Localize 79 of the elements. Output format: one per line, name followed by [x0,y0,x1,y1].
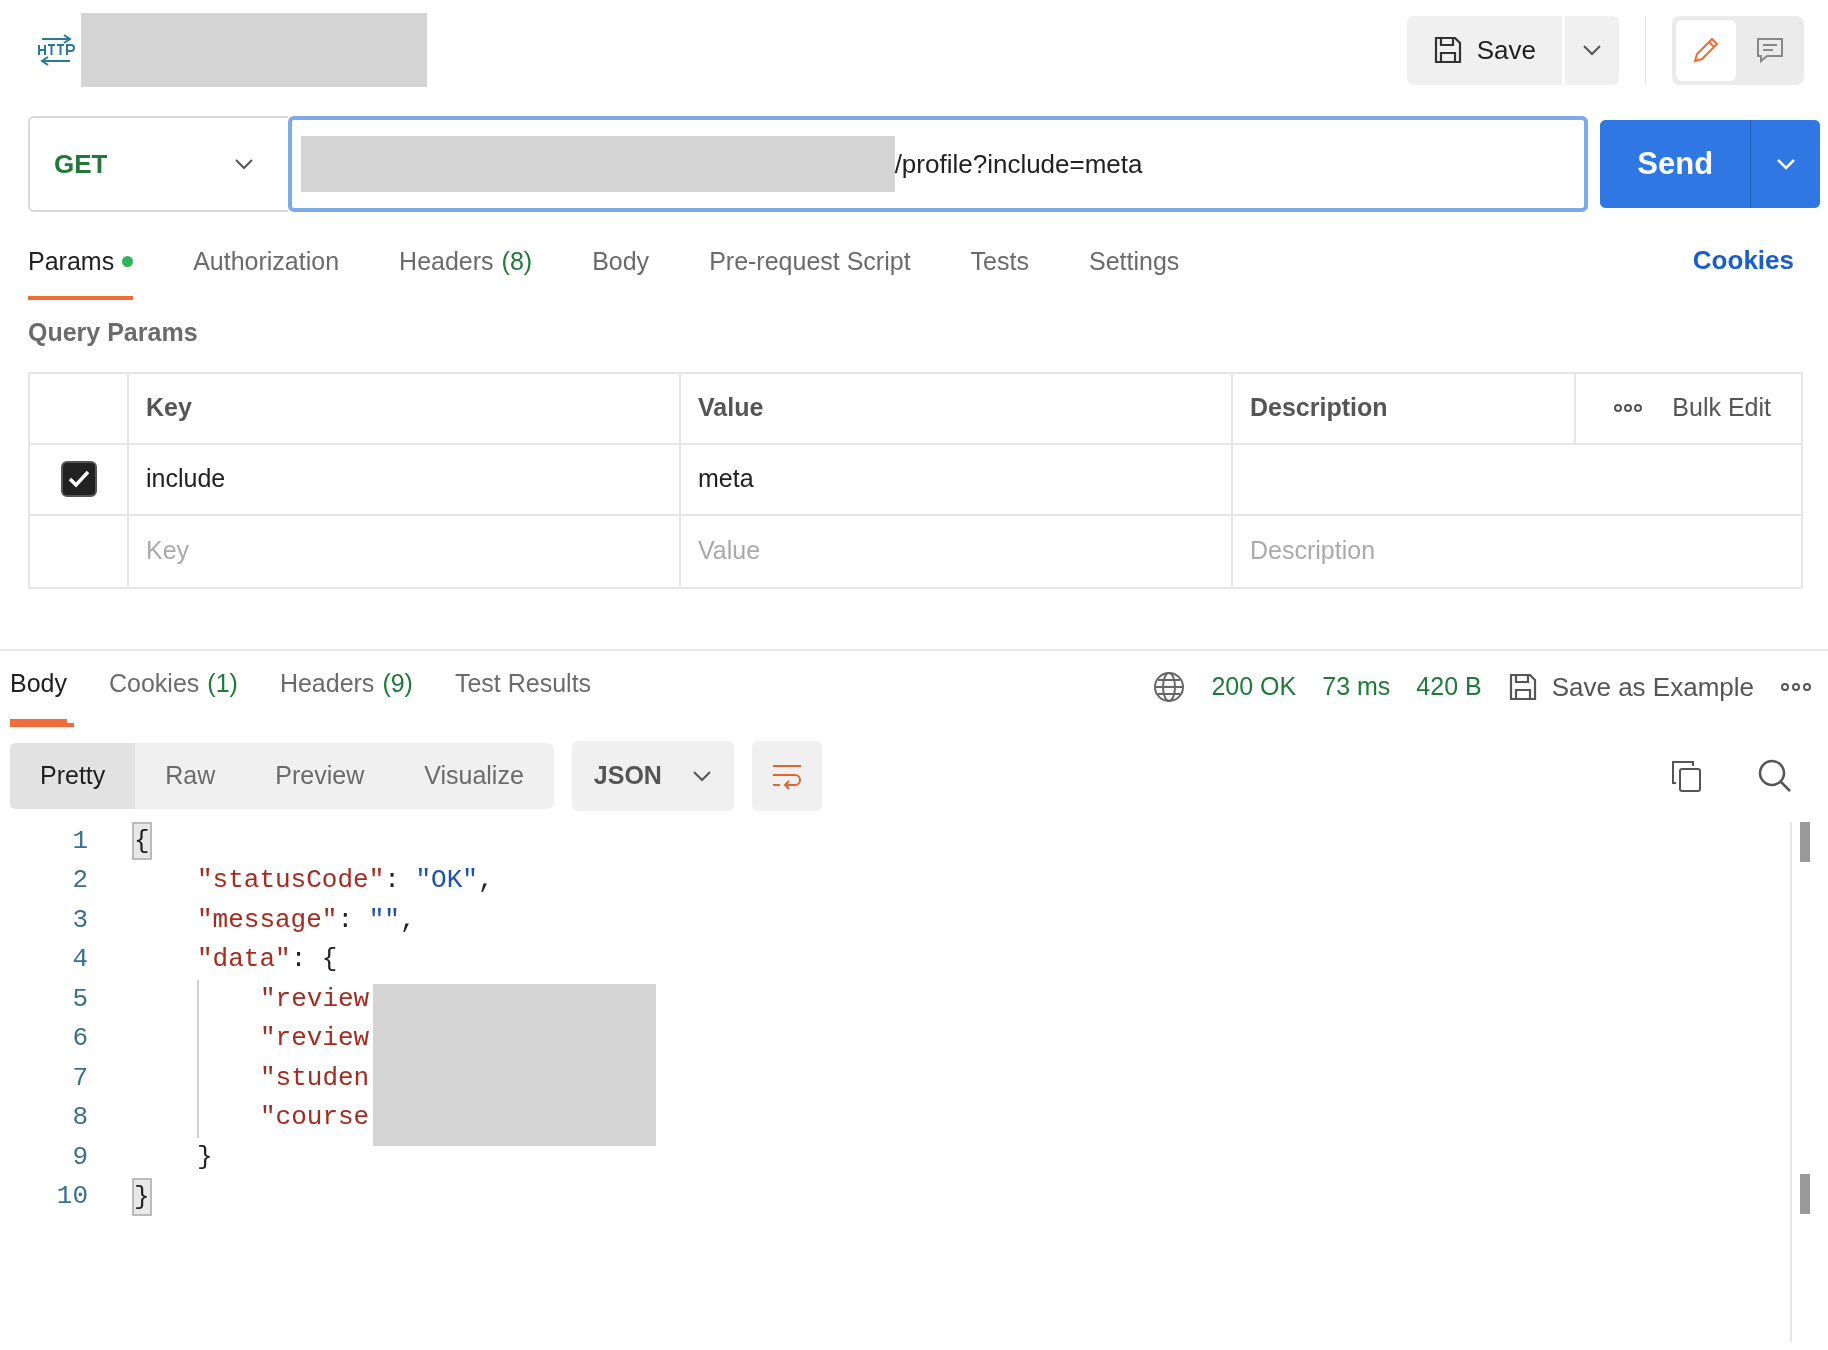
punctuation: : [290,943,308,976]
tab[interactable]: Body [592,242,650,300]
json-key: "studen [260,1058,370,1098]
checkbox[interactable] [60,461,97,497]
punctuation: , [477,864,494,897]
view-mode-tab[interactable]: Visualize [394,743,554,809]
line-number: 10 [55,1180,88,1213]
bracket: } [134,1179,150,1214]
table-cell-text: include [146,463,226,495]
view-mode-tab[interactable]: Pretty [10,743,136,809]
save-icon [1432,35,1463,65]
save-example-button[interactable]: Save as Example [1507,667,1754,707]
bracket: } [197,1140,213,1174]
tab[interactable]: Pre-request Script [709,242,911,300]
caret-icon [691,770,712,782]
json-key: "statusCode" [197,861,385,901]
caret-icon [233,158,254,170]
json-string: "" [368,903,400,937]
response-time: 73 ms [1322,671,1391,703]
section-title: Query Params [28,317,199,348]
tab[interactable]: Headers (8) [399,242,533,300]
caret-icon [1775,158,1796,170]
view-mode-tab[interactable]: Preview [245,743,395,809]
pencil-icon [1691,35,1721,65]
line-number: 5 [71,982,88,1016]
bracket: { [321,943,338,976]
save-icon [1507,672,1538,702]
line-number: 3 [71,903,88,937]
punctuation: , [399,903,416,937]
scroll-marker [1800,821,1810,862]
checkmark-icon [66,469,91,489]
column-header: Value [698,392,764,424]
globe-icon [1153,671,1186,703]
json-string: "OK" [415,864,478,897]
json-key: "review [260,979,370,1019]
line-number: 6 [71,1022,88,1055]
caret-icon [1582,44,1602,56]
method-select[interactable]: GET [28,116,288,212]
cookies-link[interactable]: Cookies [1692,241,1794,300]
wrap-icon [770,762,803,790]
column-header: Description [1250,392,1388,424]
json-key: "course [260,1098,370,1138]
json-key: "review [260,1019,370,1059]
scroll-marker [1800,1173,1810,1214]
format-select[interactable]: JSON [571,741,734,811]
url-field[interactable]: /profile?include=meta [287,116,1589,212]
copy-icon[interactable] [1670,759,1702,793]
response-size: 420 B [1416,671,1482,703]
tab[interactable]: Authorization [193,242,340,300]
tab[interactable]: Tests [970,242,1029,300]
more-icon[interactable] [1614,403,1643,413]
tab[interactable]: Params [28,242,134,300]
tab[interactable]: Headers (9) [279,665,413,723]
edit-mode-button[interactable] [1676,19,1736,81]
line-number: 2 [71,864,88,897]
line-number: 4 [71,943,88,976]
json-key: "message" [197,900,338,940]
line-number: 7 [71,1061,88,1095]
wrap-button[interactable] [751,741,822,811]
punctuation: : [337,903,355,937]
bracket: { [134,824,150,859]
tab[interactable]: Test Results [454,665,592,723]
punctuation: : [384,864,401,897]
line-number: 9 [71,1140,88,1174]
table-cell-text: meta [698,463,754,495]
bulk-edit-button[interactable]: Bulk Edit [1672,389,1771,427]
column-header: Key [146,392,192,424]
save-button[interactable]: Save [1406,15,1562,85]
json-key: "data" [197,940,291,980]
view-mode-tab[interactable]: Raw [135,743,246,809]
http-icon [36,33,76,67]
tab[interactable]: Settings [1088,242,1180,300]
more-icon[interactable] [1780,682,1812,692]
line-number: 1 [71,824,88,858]
line-number: 8 [71,1101,88,1134]
comment-icon [1755,35,1785,65]
tab[interactable]: Cookies (1) [109,665,238,723]
search-icon[interactable] [1758,759,1792,793]
status-text: 200 OK [1211,671,1297,703]
